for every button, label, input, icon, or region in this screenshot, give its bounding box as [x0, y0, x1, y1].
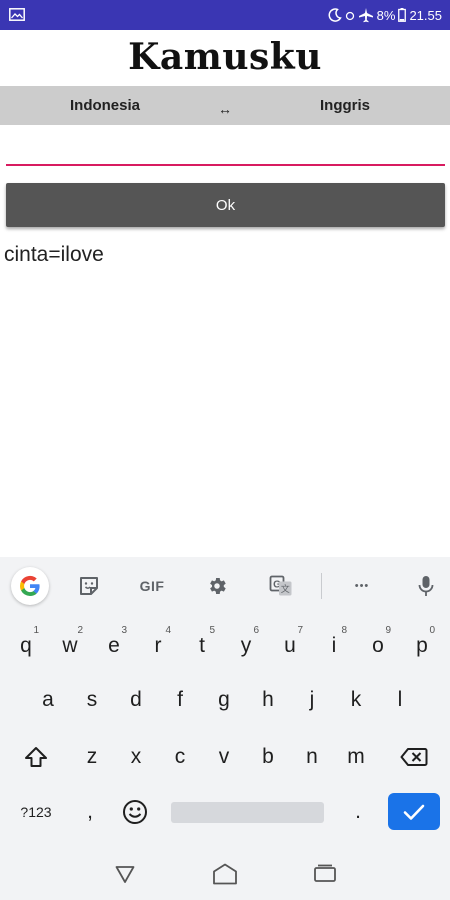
key-u[interactable]: u7	[268, 623, 312, 669]
backspace-key[interactable]	[388, 734, 440, 780]
mic-icon[interactable]	[411, 571, 441, 601]
emoji-icon	[123, 800, 147, 824]
key-o[interactable]: o9	[356, 623, 400, 669]
soft-keyboard: GIF G 文 ••• q1 w2 e 3 r 4 t 5 y 6 u 7 i …	[0, 557, 450, 848]
google-icon[interactable]	[11, 567, 49, 605]
comma-key[interactable]: ,	[68, 789, 112, 835]
key-h[interactable]: h	[246, 677, 290, 723]
key-p[interactable]: p0	[400, 623, 444, 669]
shift-icon	[25, 747, 47, 767]
shift-key[interactable]	[12, 734, 60, 780]
sticker-icon[interactable]	[74, 571, 104, 601]
battery-icon	[398, 8, 407, 22]
translation-result: cinta=ilove	[4, 243, 104, 266]
key-q[interactable]: q1	[4, 623, 48, 669]
battery-percent: 8%	[376, 7, 396, 23]
period-key[interactable]: .	[336, 789, 380, 835]
svg-text:文: 文	[281, 583, 290, 594]
key-j[interactable]: j	[290, 677, 334, 723]
checkmark-icon	[403, 804, 425, 820]
alarm-small-icon	[345, 11, 354, 21]
key-g[interactable]: g	[202, 677, 246, 723]
gif-icon[interactable]: GIF	[134, 571, 170, 601]
key-l[interactable]: l	[378, 677, 422, 723]
key-x[interactable]: x	[114, 734, 158, 780]
swap-languages-icon[interactable]: ↔	[210, 86, 240, 125]
symbols-key[interactable]: ?123	[10, 789, 62, 835]
moon-icon	[328, 8, 342, 22]
settings-icon[interactable]	[202, 571, 232, 601]
word-input[interactable]	[6, 132, 445, 166]
key-b[interactable]: b	[246, 734, 290, 780]
key-i[interactable]: i8	[312, 623, 356, 669]
emoji-key[interactable]	[113, 789, 157, 835]
key-z[interactable]: z	[70, 734, 114, 780]
language-bar: Indonesia ↔ Inggris	[0, 86, 450, 125]
home-icon[interactable]	[211, 861, 239, 887]
ok-button[interactable]: Ok	[6, 183, 445, 227]
app-title: Kamusku	[128, 36, 322, 78]
key-y[interactable]: y6	[224, 623, 268, 669]
key-f[interactable]: f	[158, 677, 202, 723]
key-s[interactable]: s	[70, 677, 114, 723]
keyboard-toolbar: GIF G 文 •••	[0, 557, 450, 615]
enter-key[interactable]	[388, 793, 440, 830]
key-m[interactable]: m	[334, 734, 378, 780]
airplane-icon	[358, 8, 373, 23]
key-v[interactable]: v	[202, 734, 246, 780]
translate-icon[interactable]: G 文	[266, 571, 296, 601]
gallery-icon	[9, 8, 25, 21]
key-n[interactable]: n	[290, 734, 334, 780]
recents-icon[interactable]	[311, 861, 339, 887]
key-r[interactable]: r4	[136, 623, 180, 669]
toolbar-divider	[321, 573, 322, 599]
status-bar: 8% 21.55	[0, 0, 450, 30]
key-w[interactable]: w2	[48, 623, 92, 669]
clock: 21.55	[409, 7, 442, 23]
target-language-label[interactable]: Inggris	[240, 86, 450, 125]
status-indicators: 8% 21.55	[328, 6, 442, 24]
space-key[interactable]	[171, 802, 324, 823]
key-t[interactable]: t5	[180, 623, 224, 669]
backspace-icon	[400, 748, 428, 766]
navigation-bar	[0, 848, 450, 900]
key-a[interactable]: a	[26, 677, 70, 723]
back-icon[interactable]	[111, 861, 139, 887]
more-icon[interactable]: •••	[347, 571, 377, 601]
key-c[interactable]: c	[158, 734, 202, 780]
key-d[interactable]: d	[114, 677, 158, 723]
key-e[interactable]: e3	[92, 623, 136, 669]
key-k[interactable]: k	[334, 677, 378, 723]
source-language-label[interactable]: Indonesia	[0, 86, 210, 125]
